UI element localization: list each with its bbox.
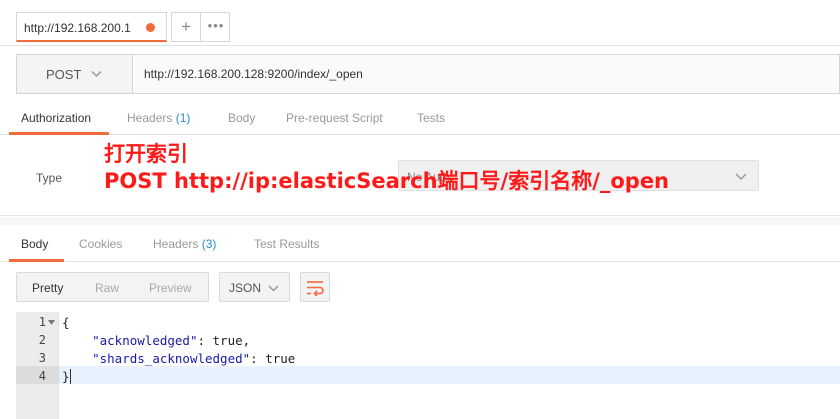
tab-body[interactable]: Body — [228, 111, 255, 125]
wrap-lines-icon — [307, 281, 324, 296]
request-tab-bar: http://192.168.200.1 + ••• — [0, 0, 840, 46]
active-line-highlight — [16, 366, 840, 384]
view-mode-group: Pretty Raw Preview — [16, 272, 209, 302]
wrap-lines-button[interactable] — [300, 272, 330, 302]
tab-headers[interactable]: Headers (1) — [127, 111, 190, 125]
line-number: 1 — [38, 315, 46, 329]
format-value: JSON — [229, 281, 262, 295]
tab-cookies[interactable]: Cookies — [79, 237, 122, 251]
active-tab-indicator — [9, 132, 109, 135]
chevron-down-icon — [735, 173, 747, 181]
section-divider — [0, 217, 840, 225]
new-tab-button[interactable]: + — [172, 13, 201, 41]
response-tabs: Body Cookies Headers (3) Test Results — [0, 225, 840, 262]
line-number: 2 — [38, 333, 46, 347]
line-number: 3 — [38, 351, 46, 365]
format-select[interactable]: JSON — [219, 272, 290, 302]
unsaved-dot-icon — [146, 23, 155, 32]
type-label: Type — [36, 171, 63, 185]
code-line: { — [62, 315, 70, 330]
tab-authorization[interactable]: Authorization — [21, 111, 91, 125]
json-key: "shards_acknowledged" — [92, 351, 251, 366]
chevron-down-icon — [268, 285, 279, 292]
tab-actions: + ••• — [171, 12, 230, 42]
request-subtabs: Authorization Headers (1) Body Pre-reque… — [0, 99, 840, 135]
annotation-overlay: 打开索引 POST http://ip:elasticSearch端口号/索引名… — [104, 141, 669, 195]
text-cursor — [69, 369, 71, 384]
response-headers-count-badge: (3) — [201, 237, 217, 251]
tab-tests[interactable]: Tests — [417, 111, 445, 125]
preview-button[interactable]: Preview — [149, 281, 192, 295]
json-value: true — [265, 351, 296, 366]
headers-count-badge: (1) — [175, 111, 191, 125]
tab-response-body[interactable]: Body — [21, 237, 48, 251]
pretty-button[interactable]: Pretty — [32, 281, 63, 295]
raw-button[interactable]: Raw — [95, 281, 119, 295]
url-bar: POST http://192.168.200.128:9200/index/_… — [16, 54, 840, 94]
authorization-panel: Type No Auth 打开索引 POST http://ip:elastic… — [0, 136, 840, 216]
line-number: 4 — [38, 369, 46, 383]
code-line: } — [62, 369, 71, 384]
tab-response-headers[interactable]: Headers (3) — [153, 237, 216, 251]
chevron-down-icon — [91, 70, 102, 78]
json-value: true, — [212, 333, 251, 348]
tab-pre-request-script[interactable]: Pre-request Script — [286, 111, 383, 125]
json-key: "acknowledged" — [92, 333, 198, 348]
annotation-endpoint: POST http://ip:elasticSearch端口号/索引名称/_op… — [104, 169, 670, 193]
method-value: POST — [46, 67, 82, 82]
annotation-title: 打开索引 — [104, 142, 188, 166]
method-select[interactable]: POST — [17, 55, 133, 93]
response-body-editor[interactable]: 1 2 3 4 { "acknowledged": true, "shards_… — [16, 312, 840, 419]
fold-arrow-icon[interactable] — [48, 320, 55, 326]
tab-test-results[interactable]: Test Results — [254, 237, 319, 251]
request-tab[interactable]: http://192.168.200.1 — [16, 12, 167, 42]
more-tabs-button[interactable]: ••• — [202, 13, 230, 41]
active-response-tab-indicator — [9, 259, 64, 262]
code-line: "shards_acknowledged": true — [92, 351, 296, 366]
url-input[interactable]: http://192.168.200.128:9200/index/_open — [144, 67, 363, 81]
code-line: "acknowledged": true, — [92, 333, 251, 348]
request-tab-label: http://192.168.200.1 — [24, 21, 131, 35]
